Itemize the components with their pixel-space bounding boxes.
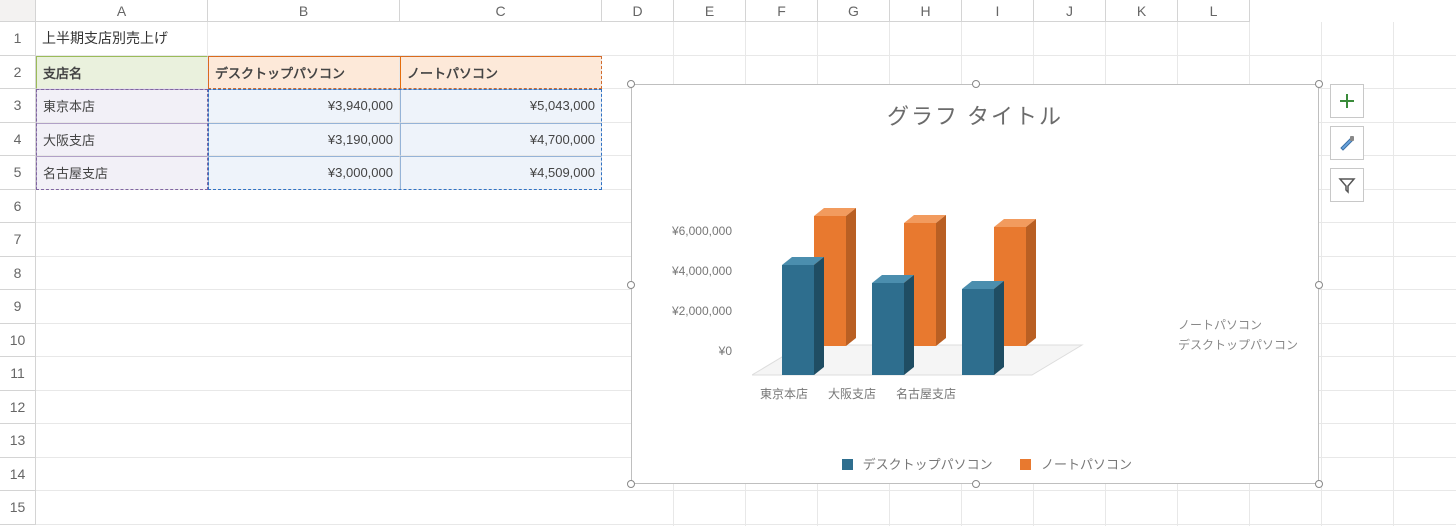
col-header-H[interactable]: H [890, 0, 962, 22]
row-header-2[interactable]: 2 [0, 56, 36, 90]
cell-C3[interactable]: ¥5,043,000 [400, 89, 602, 123]
spreadsheet-view: A B C D E F G H I J K L 1 2 3 4 5 6 7 8 … [0, 0, 1456, 526]
col-header-A[interactable]: A [36, 0, 208, 22]
resize-handle-w[interactable] [627, 281, 635, 289]
cell-A1-title[interactable]: 上半期支店別売上げ [36, 22, 208, 56]
row-header-14[interactable]: 14 [0, 458, 36, 492]
cell-C5[interactable]: ¥4,509,000 [400, 156, 602, 190]
chart-x-categories: 東京本店 大阪支店 名古屋支店 [752, 385, 1092, 402]
resize-handle-sw[interactable] [627, 480, 635, 488]
legend-label-laptop: ノートパソコン [1041, 457, 1132, 472]
column-headers: A B C D E F G H I J K L [0, 0, 1456, 22]
cell-B5[interactable]: ¥3,000,000 [208, 156, 400, 190]
row-header-15[interactable]: 15 [0, 491, 36, 525]
embedded-chart[interactable]: グラフ タイトル ¥6,000,000 ¥4,000,000 ¥2,000,00… [631, 84, 1319, 484]
row-header-7[interactable]: 7 [0, 223, 36, 257]
chart-side-buttons [1330, 84, 1364, 210]
resize-handle-ne[interactable] [1315, 80, 1323, 88]
xcat: 名古屋支店 [896, 385, 956, 402]
chart-styles-button[interactable] [1330, 126, 1364, 160]
row-header-6[interactable]: 6 [0, 190, 36, 224]
resize-handle-nw[interactable] [627, 80, 635, 88]
cell-A2-header-branch[interactable]: 支店名 [36, 56, 208, 90]
chart-plot-3d [752, 175, 1092, 415]
chart-y-axis: ¥6,000,000 ¥4,000,000 ¥2,000,000 ¥0 [648, 225, 732, 385]
ytick: ¥6,000,000 [648, 225, 732, 265]
cell-C4[interactable]: ¥4,700,000 [400, 123, 602, 157]
row-header-9[interactable]: 9 [0, 290, 36, 324]
cell-B4[interactable]: ¥3,190,000 [208, 123, 400, 157]
chart-filter-button[interactable] [1330, 168, 1364, 202]
chart-legend[interactable]: デスクトップパソコン ノートパソコン [632, 454, 1318, 473]
row-header-4[interactable]: 4 [0, 123, 36, 157]
cell-A5-branch[interactable]: 名古屋支店 [36, 156, 208, 190]
cell-A4-branch[interactable]: 大阪支店 [36, 123, 208, 157]
legend-swatch-laptop [1020, 459, 1031, 470]
resize-handle-e[interactable] [1315, 281, 1323, 289]
col-header-K[interactable]: K [1106, 0, 1178, 22]
chart-depth-labels: ノートパソコン デスクトップパソコン [1178, 315, 1298, 355]
cell-A3-branch[interactable]: 東京本店 [36, 89, 208, 123]
row-header-5[interactable]: 5 [0, 156, 36, 190]
ytick: ¥4,000,000 [648, 265, 732, 305]
chart-title[interactable]: グラフ タイトル [632, 99, 1318, 131]
row-header-10[interactable]: 10 [0, 324, 36, 358]
row-header-8[interactable]: 8 [0, 257, 36, 291]
legend-swatch-desktop [842, 459, 853, 470]
row-header-12[interactable]: 12 [0, 391, 36, 425]
row-header-13[interactable]: 13 [0, 424, 36, 458]
row-headers: 1 2 3 4 5 6 7 8 9 10 11 12 13 14 15 [0, 22, 36, 525]
col-header-I[interactable]: I [962, 0, 1034, 22]
col-header-G[interactable]: G [818, 0, 890, 22]
resize-handle-n[interactable] [972, 80, 980, 88]
row-header-3[interactable]: 3 [0, 89, 36, 123]
row-header-1[interactable]: 1 [0, 22, 36, 56]
col-header-E[interactable]: E [674, 0, 746, 22]
chart-elements-button[interactable] [1330, 84, 1364, 118]
select-all-cell[interactable] [0, 0, 36, 22]
legend-label-desktop: デスクトップパソコン [863, 457, 993, 472]
resize-handle-se[interactable] [1315, 480, 1323, 488]
ytick: ¥0 [648, 345, 732, 385]
col-header-C[interactable]: C [400, 0, 602, 22]
col-header-B[interactable]: B [208, 0, 400, 22]
depth-label-back: ノートパソコン [1178, 315, 1298, 335]
cell-C2-header-laptop[interactable]: ノートパソコン [400, 56, 602, 90]
funnel-icon [1338, 176, 1356, 194]
depth-label-front: デスクトップパソコン [1178, 335, 1298, 355]
cell-B3[interactable]: ¥3,940,000 [208, 89, 400, 123]
cell-B2-header-desktop[interactable]: デスクトップパソコン [208, 56, 400, 90]
brush-icon [1337, 133, 1357, 153]
col-header-J[interactable]: J [1034, 0, 1106, 22]
xcat: 大阪支店 [828, 385, 876, 402]
col-header-L[interactable]: L [1178, 0, 1250, 22]
plus-icon [1338, 92, 1356, 110]
col-header-D[interactable]: D [602, 0, 674, 22]
resize-handle-s[interactable] [972, 480, 980, 488]
ytick: ¥2,000,000 [648, 305, 732, 345]
row-header-11[interactable]: 11 [0, 357, 36, 391]
col-header-F[interactable]: F [746, 0, 818, 22]
xcat: 東京本店 [760, 385, 808, 402]
